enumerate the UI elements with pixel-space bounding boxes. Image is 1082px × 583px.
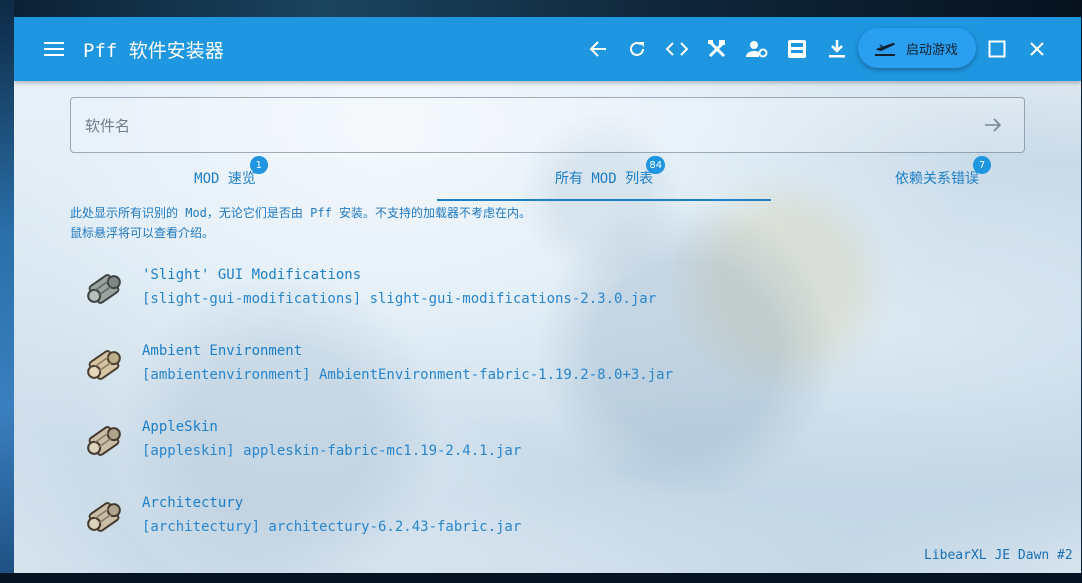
search-placeholder: 软件名: [85, 117, 131, 135]
active-tab-indicator: [437, 199, 771, 201]
mod-name: Architectury: [142, 495, 244, 511]
arrow-back-icon[interactable]: [586, 37, 610, 61]
mod-name: AppleSkin: [142, 419, 218, 435]
app-window: Pff 软件安装器 启动游戏 软件名 MOD 速览 1 所有 MOD 列表 84…: [14, 17, 1081, 573]
launch-game-button[interactable]: 启动游戏: [858, 28, 976, 68]
maximize-icon[interactable]: [985, 37, 1009, 61]
mod-file: [appleskin] appleskin-fabric-mc1.19-2.4.…: [142, 443, 522, 459]
tools-icon[interactable]: [705, 37, 729, 61]
manage-accounts-icon[interactable]: [745, 37, 769, 61]
arrow-forward-icon[interactable]: [982, 114, 1004, 136]
tab-dependency-errors[interactable]: 依赖关系错误 7: [770, 155, 1081, 201]
mod-name: Ambient Environment: [142, 343, 303, 359]
list-item[interactable]: Architectury [architectury] architectury…: [70, 481, 1030, 557]
mod-file: [architectury] architectury-6.2.43-fabri…: [142, 519, 522, 535]
tab-badge: 7: [973, 156, 991, 174]
code-icon[interactable]: [665, 37, 689, 61]
tab-label: 依赖关系错误: [895, 171, 979, 187]
desktop-background-bottom: [0, 573, 1082, 583]
info-text: 此处显示所有识别的 Mod，无论它们是否由 Pff 安装。不支持的加载器不考虑在…: [70, 203, 531, 243]
list-item[interactable]: Ambient Environment [ambientenvironment]…: [70, 329, 1030, 405]
tab-badge: 84: [646, 156, 666, 174]
download-icon[interactable]: [825, 37, 849, 61]
tab-badge: 1: [249, 156, 268, 174]
info-line: 此处显示所有识别的 Mod，无论它们是否由 Pff 安装。不支持的加载器不考虑在…: [70, 206, 532, 220]
tab-all-mods[interactable]: 所有 MOD 列表 84: [437, 155, 771, 201]
tab-bar: MOD 速览 1 所有 MOD 列表 84 依赖关系错误 7: [70, 155, 1081, 203]
mod-name: 'Slight' GUI Modifications: [142, 267, 362, 283]
list-item[interactable]: 'Slight' GUI Modifications [slight-gui-m…: [70, 253, 1030, 329]
menu-icon[interactable]: [42, 37, 66, 61]
tab-label: 所有 MOD 列表: [554, 171, 654, 187]
scroll-icon: [82, 419, 126, 463]
app-title: Pff 软件安装器: [83, 40, 224, 62]
footer-brand: LibearXL JE Dawn #2: [924, 548, 1073, 563]
close-icon[interactable]: [1025, 37, 1049, 61]
tab-label: MOD 速览: [194, 171, 256, 187]
info-line: 鼠标悬浮将可以查看介绍。: [70, 226, 215, 240]
desktop-background-top: [0, 0, 1082, 18]
launch-game-label: 启动游戏: [906, 42, 959, 58]
refresh-icon[interactable]: [625, 37, 649, 61]
scroll-icon: [82, 343, 126, 387]
scroll-icon: [82, 495, 126, 539]
mod-file: [slight-gui-modifications] slight-gui-mo…: [142, 291, 657, 307]
flight-takeoff-icon: [874, 37, 896, 59]
inbox-icon[interactable]: [785, 37, 809, 61]
mod-list: 'Slight' GUI Modifications [slight-gui-m…: [70, 253, 1030, 557]
tab-mod-overview[interactable]: MOD 速览 1: [70, 155, 380, 201]
desktop-background-left: [0, 0, 14, 583]
app-bar: Pff 软件安装器 启动游戏: [14, 17, 1081, 81]
mod-file: [ambientenvironment] AmbientEnvironment-…: [142, 367, 674, 383]
search-input[interactable]: 软件名: [70, 97, 1025, 153]
list-item[interactable]: AppleSkin [appleskin] appleskin-fabric-m…: [70, 405, 1030, 481]
scroll-icon: [82, 267, 126, 311]
